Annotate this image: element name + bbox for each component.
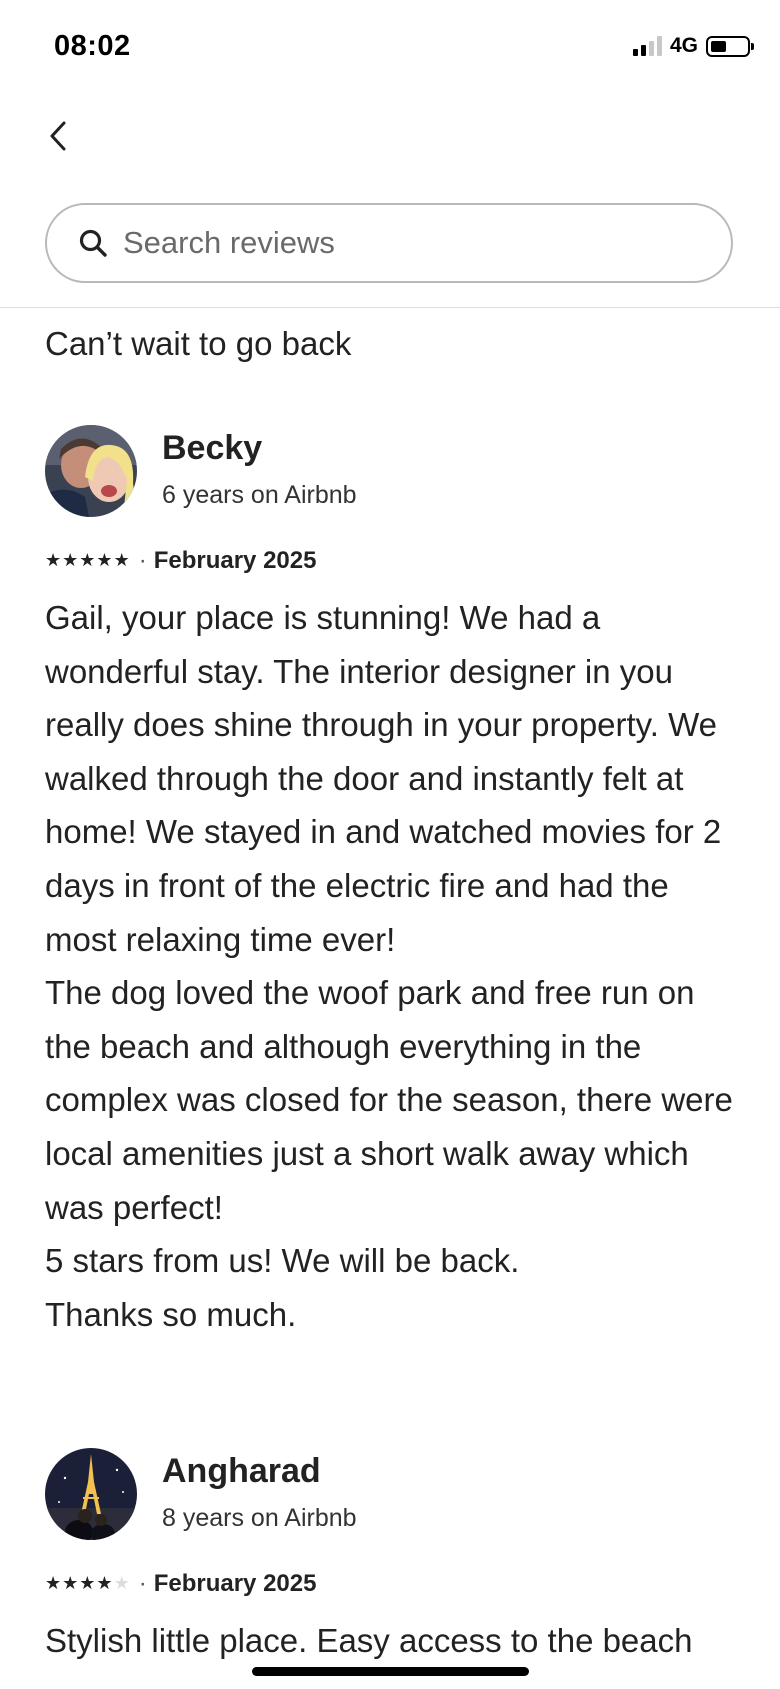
review-meta: ★ ★ ★ ★ ★ · February 2025 bbox=[45, 545, 745, 577]
star-rating: ★ ★ ★ ★ ★ bbox=[45, 552, 130, 570]
review-item: Becky 6 years on Airbnb ★ ★ ★ ★ ★ · Febr… bbox=[45, 425, 745, 1341]
star-icon: ★ bbox=[79, 550, 96, 571]
review-text: Stylish little place. Easy access to the… bbox=[45, 1614, 745, 1668]
battery-icon bbox=[706, 35, 754, 57]
signal-bar bbox=[656, 36, 662, 56]
meta-separator: · bbox=[138, 1570, 147, 1597]
reviewer-tenure: 8 years on Airbnb bbox=[162, 1504, 357, 1532]
status-indicators: 4G bbox=[632, 34, 754, 58]
star-icon: ★ bbox=[79, 1573, 96, 1594]
star-icon: ★ bbox=[62, 1573, 79, 1594]
previous-review-text: Can’t wait to go back bbox=[45, 325, 352, 362]
star-icon: ★ bbox=[96, 1573, 113, 1594]
review-date: February 2025 bbox=[153, 1570, 317, 1597]
review-paragraph: 5 stars from us! We will be back. bbox=[45, 1242, 520, 1280]
chevron-left-icon bbox=[50, 121, 66, 151]
review-meta: ★ ★ ★ ★ ★ · February 2025 bbox=[45, 1568, 745, 1600]
review-text: Gail, your place is stunning! We had a w… bbox=[45, 591, 745, 1341]
review-paragraph: Thanks so much. bbox=[45, 1295, 297, 1333]
avatar[interactable] bbox=[45, 425, 137, 517]
review-paragraph: Stylish little place. Easy access to the… bbox=[45, 1622, 693, 1659]
network-type: 4G bbox=[669, 34, 698, 57]
search-box[interactable] bbox=[45, 203, 733, 283]
review-item: Angharad 8 years on Airbnb ★ ★ ★ ★ ★ · F… bbox=[45, 1448, 745, 1668]
avatar[interactable] bbox=[45, 1448, 137, 1540]
signal-bar bbox=[632, 49, 638, 56]
reviewer-tenure: 6 years on Airbnb bbox=[162, 481, 357, 509]
reviewer-header: Becky 6 years on Airbnb bbox=[45, 425, 745, 517]
search-input[interactable] bbox=[123, 225, 683, 261]
star-empty-icon: ★ bbox=[113, 1573, 130, 1594]
star-rating: ★ ★ ★ ★ ★ bbox=[45, 1575, 130, 1593]
signal-bar bbox=[640, 45, 646, 56]
status-bar: 08:02 4G bbox=[0, 0, 780, 96]
status-time: 08:02 bbox=[54, 30, 131, 62]
star-icon: ★ bbox=[96, 550, 113, 571]
review-paragraph: The dog loved the woof park and free run… bbox=[45, 974, 733, 1226]
reviewer-name[interactable]: Becky bbox=[162, 429, 262, 468]
reviewer-header: Angharad 8 years on Airbnb bbox=[45, 1448, 745, 1540]
review-paragraph: Gail, your place is stunning! We had a w… bbox=[45, 599, 722, 958]
search-icon bbox=[77, 227, 109, 259]
battery-fill bbox=[711, 40, 726, 52]
back-button[interactable] bbox=[40, 114, 76, 158]
star-icon: ★ bbox=[113, 550, 130, 571]
signal-bar bbox=[648, 41, 654, 56]
star-icon: ★ bbox=[45, 1573, 62, 1594]
star-icon: ★ bbox=[62, 550, 79, 571]
star-icon: ★ bbox=[45, 550, 62, 571]
home-indicator[interactable] bbox=[252, 1667, 529, 1676]
meta-separator: · bbox=[138, 547, 147, 574]
review-date: February 2025 bbox=[153, 547, 317, 574]
header-divider bbox=[0, 307, 780, 308]
reviewer-name[interactable]: Angharad bbox=[162, 1452, 321, 1491]
cellular-signal-icon bbox=[632, 36, 662, 56]
battery-cap bbox=[751, 42, 754, 50]
